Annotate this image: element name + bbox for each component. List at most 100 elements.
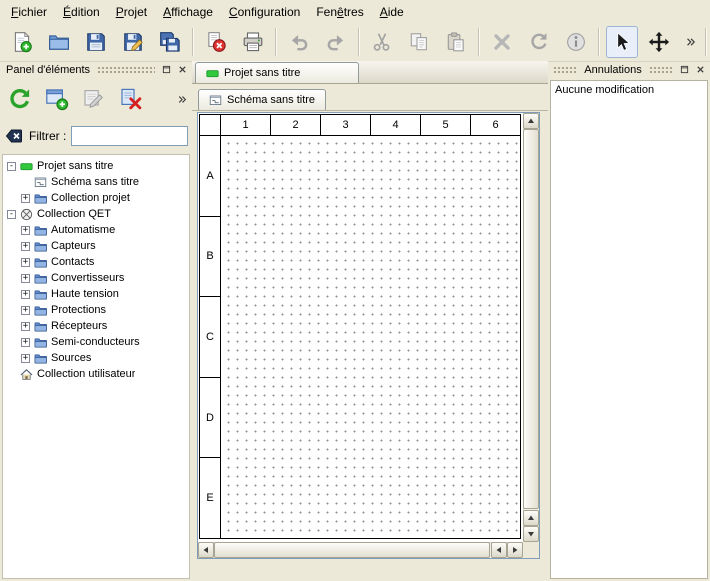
elements-panel-header[interactable]: Panel d'éléments xyxy=(0,61,192,78)
paste-button[interactable] xyxy=(440,26,472,58)
copy-button[interactable] xyxy=(403,26,435,58)
folder-icon xyxy=(34,352,47,365)
delete-element-button[interactable] xyxy=(114,82,148,116)
folder-icon xyxy=(34,256,47,269)
menu-affichage[interactable]: Affichage xyxy=(155,2,221,22)
expander-plus-icon[interactable]: + xyxy=(21,274,30,283)
tree-item-semi-conducteurs[interactable]: +Semi-conducteurs xyxy=(3,334,189,350)
float-icon[interactable] xyxy=(677,63,691,76)
tree-item-re-cepteurs[interactable]: +Récepteurs xyxy=(3,318,189,334)
menu-fichier[interactable]: Fichier xyxy=(3,2,55,22)
toolbar-group xyxy=(200,26,269,58)
tree-item-sources[interactable]: +Sources xyxy=(3,350,189,366)
expander-minus-icon[interactable]: - xyxy=(7,162,16,171)
rotate-button[interactable] xyxy=(523,26,555,58)
expander-plus-icon[interactable]: + xyxy=(21,338,30,347)
dock-grip[interactable] xyxy=(97,65,155,74)
tree-item-collection-utilisateur[interactable]: Collection utilisateur xyxy=(3,366,189,382)
vertical-scroll-thumb[interactable] xyxy=(523,129,539,509)
tree-item-contacts[interactable]: +Contacts xyxy=(3,254,189,270)
menu-e-dition[interactable]: Édition xyxy=(55,2,108,22)
toolbar-extension-button[interactable] xyxy=(680,26,699,58)
new-document-button[interactable] xyxy=(6,26,38,58)
tab-project[interactable]: Projet sans titre xyxy=(195,62,359,83)
undo-panel-header[interactable]: Annulations xyxy=(548,61,710,78)
tree-item-label: Haute tension xyxy=(51,288,119,300)
tree-item-label: Collection utilisateur xyxy=(37,368,135,380)
scroll-left-icon[interactable] xyxy=(491,542,507,558)
scroll-right-icon[interactable] xyxy=(507,542,523,558)
tree-item-collection-projet[interactable]: + Collection projet xyxy=(3,190,189,206)
tree-item-convertisseurs[interactable]: +Convertisseurs xyxy=(3,270,189,286)
tree-item-label: Capteurs xyxy=(51,240,96,252)
close-file-button[interactable] xyxy=(200,26,232,58)
schema-view[interactable]: 123456 ABCDE xyxy=(197,112,540,559)
folder-icon xyxy=(34,224,47,237)
dock-grip[interactable] xyxy=(649,65,673,74)
clear-filter-icon[interactable] xyxy=(4,126,24,146)
float-icon[interactable] xyxy=(159,63,173,76)
select-arrow-button[interactable] xyxy=(606,26,638,58)
scroll-left-icon[interactable] xyxy=(198,542,214,558)
folder-icon xyxy=(34,304,47,317)
expander-plus-icon[interactable]: + xyxy=(21,306,30,315)
vertical-scrollbar[interactable] xyxy=(523,113,539,542)
scroll-up-icon[interactable] xyxy=(523,113,539,129)
expander-plus-icon[interactable]: + xyxy=(21,194,30,203)
menu-configuration[interactable]: Configuration xyxy=(221,2,308,22)
toolbar-extension-button[interactable] xyxy=(174,86,189,112)
dock-grip[interactable] xyxy=(553,65,577,74)
expander-plus-icon[interactable]: + xyxy=(21,226,30,235)
undo-history-list[interactable]: Aucune modification xyxy=(550,80,708,579)
scroll-down-icon[interactable] xyxy=(523,526,539,542)
toolbar-separator xyxy=(192,28,194,56)
delete-button[interactable] xyxy=(486,26,518,58)
close-icon[interactable] xyxy=(693,63,707,76)
edit-element-button[interactable] xyxy=(77,82,111,116)
tree-item-sche-ma-sans-titre[interactable]: Schéma sans titre xyxy=(3,174,189,190)
tree-item-haute-tension[interactable]: + Haute tension xyxy=(3,286,189,302)
toolbar-group xyxy=(283,26,352,58)
toolbar-separator xyxy=(705,28,707,56)
menu-projet[interactable]: Projet xyxy=(108,2,155,22)
filter-input[interactable] xyxy=(71,126,188,146)
tree-item-capteurs[interactable]: + Capteurs xyxy=(3,238,189,254)
expander-plus-icon[interactable]: + xyxy=(21,322,30,331)
info-button[interactable] xyxy=(560,26,592,58)
horizontal-scrollbar[interactable] xyxy=(198,542,523,558)
close-icon[interactable] xyxy=(175,63,189,76)
menu-fene-tres[interactable]: Fenêtres xyxy=(308,2,371,22)
expander-plus-icon[interactable]: + xyxy=(21,354,30,363)
schema-scene[interactable]: 123456 ABCDE xyxy=(198,113,523,542)
expander-plus-icon[interactable]: + xyxy=(21,290,30,299)
tree-item-projet-sans-titre[interactable]: -Projet sans titre xyxy=(3,158,189,174)
expander-plus-icon[interactable]: + xyxy=(21,242,30,251)
print-button[interactable] xyxy=(237,26,269,58)
schema-grid[interactable] xyxy=(221,136,520,538)
elements-tree: -Projet sans titreSchéma sans titre + Coll… xyxy=(2,154,190,579)
redo-button[interactable] xyxy=(320,26,352,58)
main-toolbar xyxy=(0,23,710,62)
menu-aide[interactable]: Aide xyxy=(372,2,412,22)
elements-panel: Panel d'éléments Filtrer : -Projet sans … xyxy=(0,61,192,581)
scroll-up-icon[interactable] xyxy=(523,510,539,526)
save-button[interactable] xyxy=(80,26,112,58)
expander-plus-icon[interactable]: + xyxy=(21,258,30,267)
open-folder-button[interactable] xyxy=(43,26,75,58)
tree-item-label: Collection projet xyxy=(51,192,130,204)
cut-button[interactable] xyxy=(366,26,398,58)
new-element-button[interactable] xyxy=(40,82,74,116)
tree-item-collection-qet[interactable]: -Collection QET xyxy=(3,206,189,222)
undo-panel: Annulations Aucune modification xyxy=(548,61,710,581)
move-tool-button[interactable] xyxy=(643,26,675,58)
tab-schema[interactable]: Schéma sans titre xyxy=(198,89,326,110)
horizontal-scroll-thumb[interactable] xyxy=(214,542,490,558)
save-all-button[interactable] xyxy=(154,26,186,58)
tree-item-automatisme[interactable]: +Automatisme xyxy=(3,222,189,238)
reload-button[interactable] xyxy=(3,82,37,116)
undo-button[interactable] xyxy=(283,26,315,58)
toolbar-group xyxy=(606,26,699,58)
save-as-button[interactable] xyxy=(117,26,149,58)
tree-item-protections[interactable]: +Protections xyxy=(3,302,189,318)
expander-minus-icon[interactable]: - xyxy=(7,210,16,219)
